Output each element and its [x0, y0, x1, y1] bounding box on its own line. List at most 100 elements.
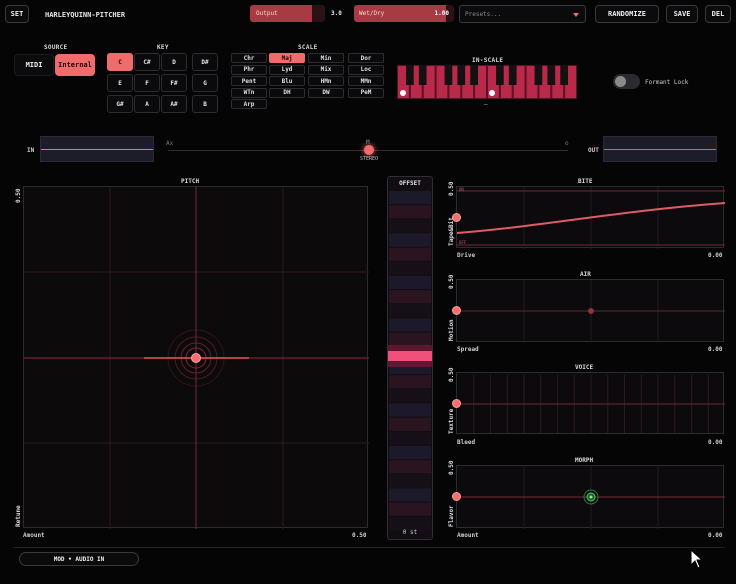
presets-placeholder: Presets...: [465, 11, 502, 18]
piano-black-key: [508, 65, 517, 85]
inscale-dash: –: [484, 101, 488, 108]
randomize-button[interactable]: RANDOMIZE: [595, 5, 659, 23]
scale-button[interactable]: Dor: [348, 53, 384, 63]
scale-button[interactable]: MMn: [348, 76, 384, 86]
offset-segment: [389, 431, 431, 445]
key-button[interactable]: D#: [192, 53, 218, 71]
input-meter: [40, 136, 154, 162]
voice-x-label: Bleed: [457, 439, 476, 446]
key-button[interactable]: D: [161, 53, 187, 71]
pitch-y-value: 0.50: [15, 188, 22, 203]
offset-handle: [388, 351, 432, 361]
wet-dry-value: 1.00: [434, 10, 449, 17]
scale-button[interactable]: Mix: [308, 64, 344, 75]
scale-button[interactable]: Blu: [269, 76, 305, 86]
offset-segment: [389, 233, 431, 247]
morph-xy-pad[interactable]: [456, 465, 725, 529]
stereo-width-knob[interactable]: [364, 145, 374, 155]
scale-button[interactable]: HMn: [308, 76, 344, 86]
key-button[interactable]: E: [107, 74, 133, 92]
formant-lock-label: Formant Lock: [645, 79, 689, 86]
offset-segment: [389, 191, 431, 205]
piano-black-key: [560, 65, 568, 85]
toggle-knob: [615, 76, 626, 87]
offset-title: OFFSET: [399, 180, 421, 187]
key-button[interactable]: C: [107, 53, 133, 71]
key-button[interactable]: G#: [107, 95, 133, 113]
offset-segment: [389, 375, 431, 389]
scale-button[interactable]: DW: [308, 87, 344, 98]
key-title: KEY: [157, 44, 169, 51]
offset-segment: [389, 332, 431, 346]
inscale-keyboard[interactable]: [397, 65, 577, 99]
plugin-name: HARLEYQUINN-PITCHER: [45, 11, 126, 19]
key-button[interactable]: A#: [161, 95, 187, 113]
key-button[interactable]: B: [192, 95, 218, 113]
stereo-right-mark: o: [565, 140, 569, 147]
scale-button[interactable]: WTn: [231, 87, 267, 98]
bite-on-mark: ON: [459, 187, 464, 192]
voice-knob[interactable]: [452, 399, 461, 408]
morph-title: MORPH: [575, 457, 594, 464]
scale-button[interactable]: Lyd: [269, 64, 305, 75]
output-slider[interactable]: Output: [250, 5, 325, 22]
bite-xy-pad[interactable]: ON OFF: [456, 186, 725, 249]
bite-title: BITE: [578, 178, 593, 185]
piano-black-key: [457, 65, 466, 85]
scale-title: SCALE: [298, 44, 318, 51]
piano-black-key: [418, 65, 427, 85]
air-y-value: 0.50: [448, 274, 455, 289]
key-button[interactable]: C#: [134, 53, 160, 71]
bite-off-mark: OFF: [459, 240, 467, 245]
offset-segment: [389, 318, 431, 332]
scale-button[interactable]: Maj: [269, 53, 305, 63]
chevron-down-icon: [573, 13, 579, 17]
bite-x-label: Drive: [457, 252, 476, 259]
offset-segment: [389, 389, 431, 403]
voice-xy-pad[interactable]: [456, 372, 725, 434]
stereo-label: STEREO: [360, 156, 379, 162]
save-button[interactable]: SAVE: [666, 5, 698, 23]
offset-segment: [389, 403, 431, 417]
scale-button[interactable]: Phr: [231, 64, 267, 75]
scale-button[interactable]: DH: [269, 87, 305, 98]
source-internal-button[interactable]: Internal: [55, 54, 95, 76]
offset-segment: [389, 502, 431, 516]
pitch-xy-pad[interactable]: [23, 186, 369, 529]
scale-button[interactable]: PeM: [348, 87, 384, 98]
set-button[interactable]: SET: [5, 5, 29, 23]
bite-x-value: 0.00: [708, 252, 723, 259]
pitch-title: PITCH: [181, 178, 200, 185]
key-button[interactable]: F#: [161, 74, 187, 92]
scale-button[interactable]: Chr: [231, 53, 267, 63]
offset-segment: [389, 276, 431, 290]
pitch-y-label: Retune: [15, 505, 22, 527]
offset-segment: [389, 304, 431, 318]
source-midi-button[interactable]: MIDI: [14, 54, 54, 76]
wet-dry-label: Wet/Dry: [359, 10, 385, 17]
offset-slider[interactable]: OFFSET 0 st: [387, 176, 433, 540]
offset-segment: [389, 474, 431, 488]
key-button[interactable]: G: [192, 74, 218, 92]
formant-lock-toggle[interactable]: [613, 74, 640, 89]
morph-knob[interactable]: [452, 492, 461, 501]
scale-button[interactable]: Min: [308, 53, 344, 63]
key-button[interactable]: A: [134, 95, 160, 113]
air-knob[interactable]: [452, 306, 461, 315]
scale-button[interactable]: Pent: [231, 76, 267, 86]
piano-black-key: [470, 65, 478, 85]
output-meter: [603, 136, 717, 162]
delete-button[interactable]: DEL: [705, 5, 731, 23]
wet-dry-slider[interactable]: Wet/Dry 1.00: [354, 5, 454, 22]
presets-dropdown[interactable]: Presets...: [459, 5, 586, 23]
piano-black-key: [547, 65, 556, 85]
scale-button[interactable]: Loc: [348, 64, 384, 75]
air-xy-pad[interactable]: [456, 279, 725, 343]
mod-audio-in-button[interactable]: MOD • AUDIO IN: [19, 552, 139, 566]
key-button[interactable]: F: [134, 74, 160, 92]
scale-button[interactable]: Arp: [231, 99, 267, 109]
piano-black-key: [534, 65, 543, 85]
air-x-label: Spread: [457, 346, 479, 353]
source-title: SOURCE: [44, 44, 68, 51]
offset-segment: [389, 261, 431, 275]
